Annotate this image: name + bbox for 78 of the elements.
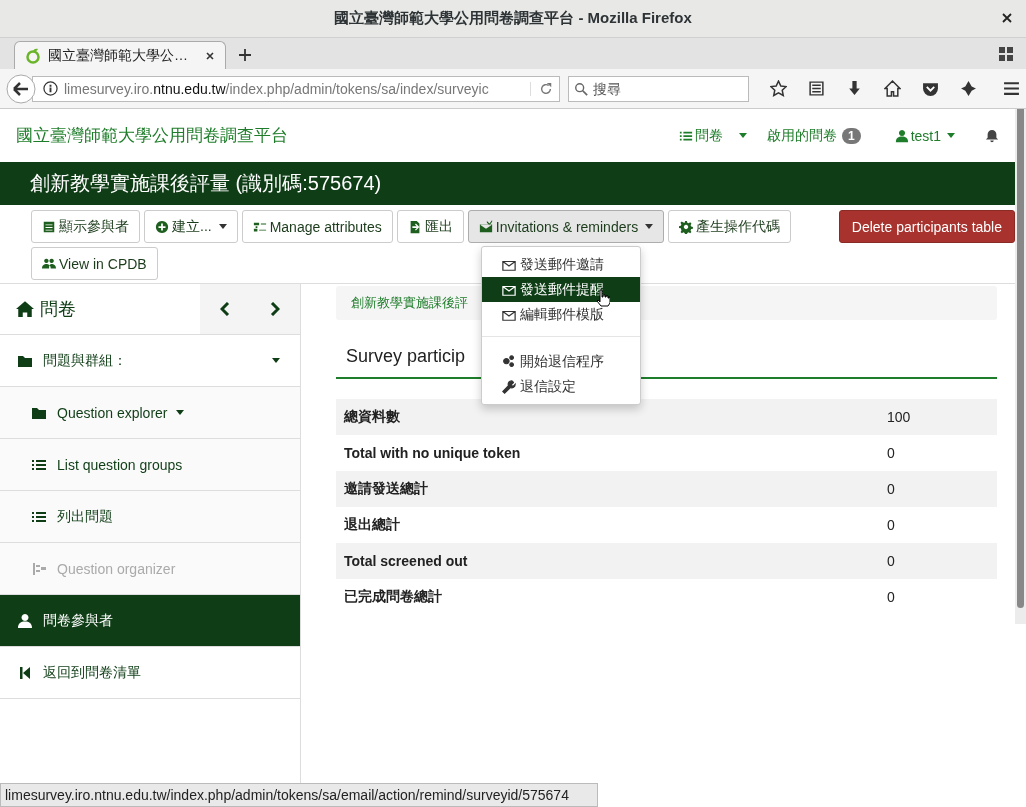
- reload-icon[interactable]: [530, 81, 553, 96]
- list-icon: [42, 219, 56, 234]
- surveys-menu[interactable]: 問卷: [678, 126, 723, 145]
- toolbar-button[interactable]: Manage attributes: [241, 210, 393, 243]
- home-icon[interactable]: [884, 80, 901, 97]
- caret-icon: [645, 224, 654, 229]
- table-cell-text: 0: [886, 481, 895, 497]
- toolbar-button[interactable]: 匯出: [396, 210, 464, 243]
- organizer-icon: [31, 560, 47, 577]
- sidebar-item[interactable]: List question groups: [0, 439, 300, 491]
- search-field[interactable]: 搜尋: [568, 75, 749, 102]
- table-cell-text: 100: [886, 409, 911, 425]
- grid-icon[interactable]: [998, 46, 1014, 62]
- scrollbar-thumb[interactable]: [1017, 109, 1024, 608]
- table-cell-text: 已完成問卷總計: [343, 588, 443, 606]
- table-cell-text: 總資料數: [342, 408, 401, 426]
- table-cell-text: 邀請發送總計: [343, 480, 429, 498]
- gear-icon: [679, 219, 694, 234]
- sidebar-title: 問卷: [40, 298, 76, 321]
- toolbar-button[interactable]: Invitations & reminders: [467, 210, 665, 243]
- chevron-left-icon[interactable]: [220, 302, 230, 316]
- count-badge: 1: [841, 127, 861, 144]
- chevron-right-icon[interactable]: [270, 302, 280, 316]
- table-cell-text: 0: [886, 445, 895, 461]
- url-text: limesurvey.iro.ntnu.edu.tw/index.php/admin/tokens/sa/index/surveyic: [64, 80, 490, 97]
- sidebar-item[interactable]: 問卷參與者: [0, 595, 300, 647]
- caret-icon: [947, 133, 955, 138]
- site-title[interactable]: 國立臺灣師範大學公用問卷調查平台: [16, 124, 288, 147]
- sidebar-item[interactable]: 列出問題: [0, 491, 300, 543]
- home-icon: [16, 300, 34, 318]
- menu-item[interactable]: 發送郵件邀請: [482, 252, 640, 277]
- delete-button[interactable]: Delete participants table: [838, 210, 1015, 243]
- menu-icon[interactable]: [1003, 80, 1020, 97]
- pocket-icon[interactable]: [922, 80, 939, 97]
- toolbar-button[interactable]: 顯示參與者: [31, 210, 140, 243]
- menu-item[interactable]: 開始退信程序: [482, 349, 640, 374]
- skip-back-icon: [17, 664, 33, 681]
- envelope-check-icon: [478, 219, 493, 234]
- plus-icon[interactable]: [238, 48, 252, 62]
- close-icon[interactable]: [205, 50, 215, 61]
- back-icon[interactable]: [6, 73, 36, 104]
- table-cell-text: Total with no unique token: [343, 445, 522, 461]
- toolbar-button[interactable]: View in CPDB: [31, 247, 158, 280]
- survey-title: 創新教學實施課後評量 (識別碼:575674): [30, 171, 382, 196]
- window-title: 國立臺灣師範大學公用問卷調查平台 - Mozilla Firefox: [334, 9, 692, 28]
- bell-icon[interactable]: [985, 128, 999, 143]
- reading-list-icon[interactable]: [808, 80, 825, 97]
- leaf-icon: [25, 47, 41, 64]
- breadcrumb-link[interactable]: 創新教學實施課後評: [351, 294, 468, 312]
- caret-icon: [272, 358, 280, 363]
- table-cell-text: 0: [886, 517, 895, 533]
- wrench-icon: [502, 379, 516, 394]
- caret-icon: [175, 410, 184, 415]
- info-icon: [43, 81, 58, 96]
- table-cell-text: 0: [886, 553, 895, 569]
- toolbar-button[interactable]: 產生操作代碼: [668, 210, 792, 243]
- sidebar-item[interactable]: Question explorer: [0, 387, 300, 439]
- users-icon: [42, 256, 56, 271]
- url-field[interactable]: limesurvey.iro.ntnu.edu.tw/index.php/admin/tokens/sa/index/surveyic: [32, 75, 560, 102]
- star-icon[interactable]: [770, 80, 787, 97]
- table-cell-text: Total screened out: [343, 553, 469, 569]
- user-menu[interactable]: test1: [894, 127, 955, 144]
- menu-item[interactable]: 編輯郵件模版: [482, 302, 640, 327]
- caret-icon[interactable]: [738, 133, 747, 138]
- section-heading: Survey particip: [346, 346, 466, 366]
- table-cell-text: 0: [886, 589, 895, 605]
- active-surveys-link[interactable]: 啟用的問卷: [766, 126, 837, 145]
- user-icon: [894, 128, 909, 143]
- toolbar-button[interactable]: 建立...: [144, 210, 238, 243]
- user-icon: [17, 612, 33, 629]
- caret-icon: [218, 224, 227, 229]
- browser-tab[interactable]: 國立臺灣師範大學公…: [14, 41, 226, 69]
- extension-icon[interactable]: [960, 80, 977, 97]
- status-url: limesurvey.iro.ntnu.edu.tw/index.php/admin/tokens/sa/email/action/remind/surveyid/575674: [5, 787, 569, 803]
- search-icon: [574, 81, 588, 96]
- menu-item[interactable]: 退信設定: [482, 374, 640, 399]
- close-icon[interactable]: [1002, 13, 1012, 23]
- table-cell-text: 退出總計: [343, 516, 401, 534]
